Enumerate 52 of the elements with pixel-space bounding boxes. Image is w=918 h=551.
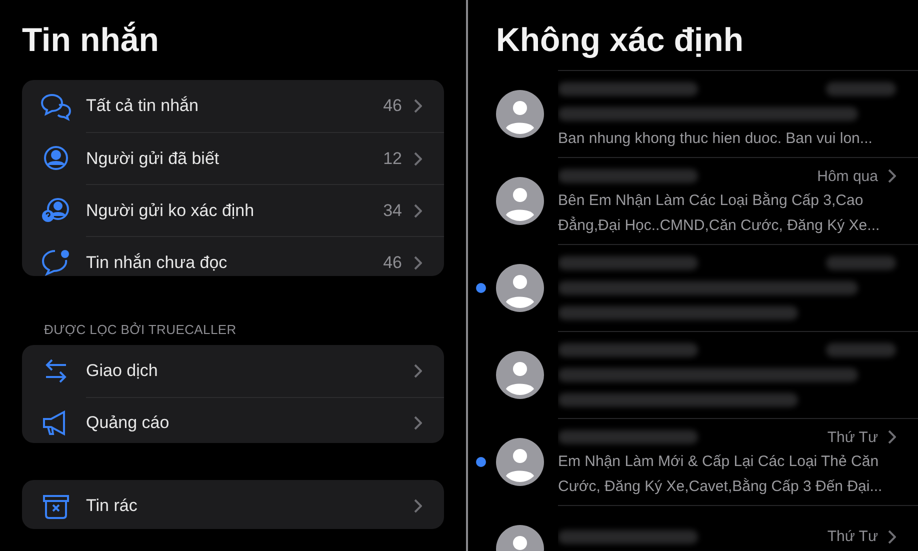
message-time: Thứ Tư [827, 528, 878, 545]
avatar-icon [496, 176, 544, 224]
blurred-time [826, 82, 896, 96]
chevron-icon [888, 430, 896, 444]
avatar-icon [496, 264, 544, 312]
menu-label: Quảng cáo [86, 413, 170, 434]
message-preview: Em Nhận Làm Mới & Cấp Lại Các Loại Thẻ Căn [558, 452, 880, 472]
menu-label: Tất cả tin nhắn [86, 96, 200, 116]
avatar-icon [496, 350, 544, 398]
chevron-icon [414, 152, 422, 166]
chevron-icon [888, 169, 896, 183]
chevron-icon [414, 364, 422, 378]
menu-label: Giao dịch [86, 360, 159, 381]
message-row[interactable]: Thứ Tư Em Nhận Làm Mới & Cấp Lại Các Loại Thẻ Căn Cước, Đăng Ký Xe,Cavet,Bằng Cấp 3 Đến Đại... [496, 418, 918, 505]
chevron-icon [414, 416, 422, 430]
message-preview: Ban nhung khong thuc hien duoc. Ban vui lon... [558, 129, 874, 149]
menu-row[interactable]: Quảng cáo [22, 396, 444, 443]
message-preview: Đẳng,Đại Học..CMND,Căn Cước, Đăng Ký Xe... [558, 216, 881, 236]
menu-label: Người gửi đã biết [86, 148, 220, 168]
menu-row[interactable]: Tất cả tin nhắn 46 [22, 80, 444, 132]
page-title: Không xác định [496, 20, 744, 60]
chevron-icon [888, 530, 896, 544]
blurred-time [826, 343, 896, 357]
menu-row[interactable]: Người gửi ko xác định 34 [22, 184, 444, 236]
message-time: Thứ Tư [827, 428, 878, 446]
message-row[interactable]: Ban nhung khong thuc hien duoc. Ban vui lon... [496, 70, 918, 157]
menu-row[interactable]: Tin rác [22, 480, 444, 529]
count-text: 12 [383, 148, 402, 168]
avatar-icon [496, 438, 544, 486]
menu-row[interactable]: Người gửi đã biết 12 [22, 132, 444, 184]
page-title: Tin nhắn [22, 20, 160, 60]
menu-label: Tin nhắn chưa đọc [86, 252, 228, 272]
avatar-icon [496, 90, 544, 138]
count-text: 46 [383, 96, 402, 116]
count-text: 46 [383, 252, 402, 272]
chevron-icon [414, 204, 422, 218]
menu-label: Người gửi ko xác định [86, 200, 256, 220]
message-row[interactable]: Thứ Tư [496, 505, 918, 551]
menu-label: Tin rác [86, 496, 138, 516]
chevron-icon [414, 99, 422, 113]
chevron-icon [414, 256, 422, 270]
section-header: ĐƯỢC LỌC BỞI TRUECALLER [44, 322, 238, 337]
blurred-time [826, 256, 896, 270]
message-time: Hôm qua [817, 168, 878, 184]
menu-row[interactable]: Giao dịch [22, 344, 444, 397]
count-text: 34 [383, 200, 402, 220]
menu-row[interactable]: Tin nhắn chưa đọc 46 [22, 236, 444, 276]
message-preview: Cước, Đăng Ký Xe,Cavet,Bằng Cấp 3 Đến Đại... [558, 477, 884, 497]
chevron-icon [414, 499, 422, 514]
message-row[interactable]: Hôm qua Bên Em Nhận Làm Các Loại Bằng Cấp 3,Cao Đẳng,Đại Học..CMND,Căn Cước, Đăng Ký Xe... [496, 157, 918, 244]
chat-bubbles-icon [39, 91, 73, 121]
message-preview: Bên Em Nhận Làm Các Loại Bằng Cấp 3,Cao [558, 191, 864, 211]
